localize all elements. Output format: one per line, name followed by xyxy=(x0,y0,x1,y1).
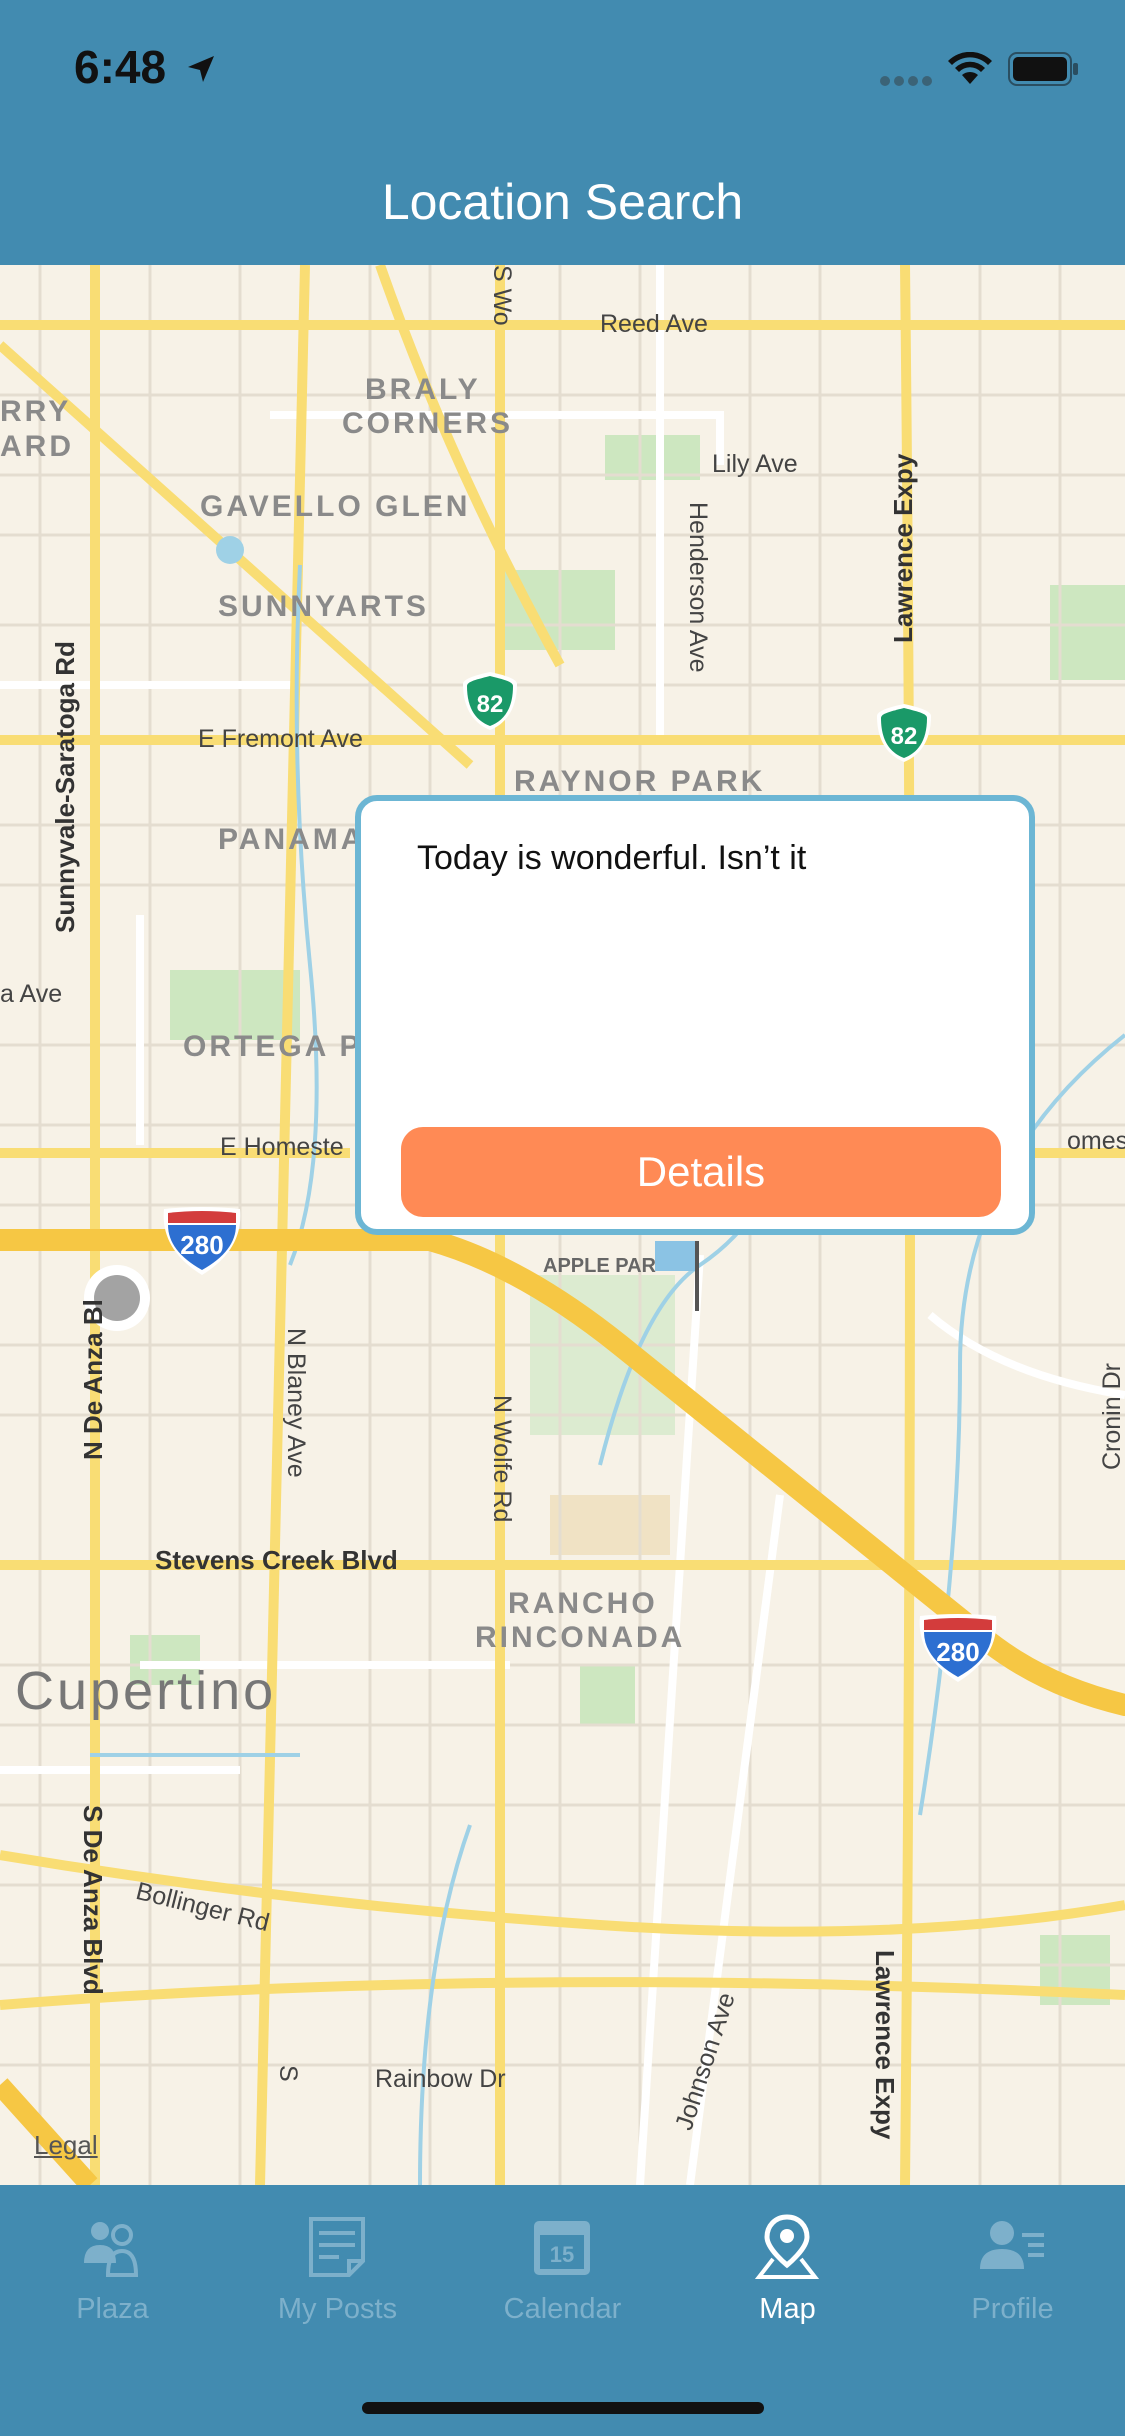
post-text: Today is wonderful. Isn’t it xyxy=(417,839,807,877)
pin-pole xyxy=(695,1241,699,1311)
page-title: Location Search xyxy=(381,174,744,230)
map-view[interactable]: BRALY CORNERS GAVELLO GLEN SUNNYARTS RAY… xyxy=(0,265,1125,2185)
map-pin-icon xyxy=(754,2214,820,2279)
status-bar: 6:48 xyxy=(0,0,1125,135)
status-time: 6:48 xyxy=(74,41,167,93)
district-label: RAYNOR PARK xyxy=(514,765,766,798)
tab-plaza[interactable]: Plaza xyxy=(0,2185,225,2335)
pin-flag xyxy=(655,1241,697,1271)
battery-icon xyxy=(1008,52,1078,86)
legal-link[interactable]: Legal xyxy=(34,2130,98,2161)
tab-profile[interactable]: Profile xyxy=(900,2185,1125,2335)
shield-number: 82 xyxy=(477,691,504,718)
road-label: N Wolfe Rd xyxy=(488,1395,516,1523)
road-label: Stevens Creek Blvd xyxy=(155,1545,398,1575)
profile-icon xyxy=(980,2221,1044,2269)
road-label: Lawrence Expy xyxy=(870,1950,900,2140)
district-label: GAVELLO GLEN xyxy=(200,490,471,523)
calendar-day: 15 xyxy=(550,2242,574,2267)
road-label: Lawrence Expy xyxy=(888,453,918,643)
home-indicator xyxy=(362,2402,764,2414)
district-label: BRALY xyxy=(365,373,481,406)
tab-bar: Plaza My Posts 15 Calendar Map Profile xyxy=(0,2185,1125,2436)
calendar-icon: 15 xyxy=(534,2221,590,2275)
shield-number: 280 xyxy=(936,1637,979,1667)
road-label: omeste xyxy=(1067,1127,1125,1155)
tab-my-posts[interactable]: My Posts xyxy=(225,2185,450,2335)
navigation-bar: Location Search xyxy=(0,135,1125,265)
road-label: a Ave xyxy=(0,980,63,1008)
post-callout[interactable]: Today is wonderful. Isn’t it Details xyxy=(355,795,1035,1235)
road-label: Cronin Dr xyxy=(1098,1363,1125,1470)
interstate-280-shield-icon: 280 xyxy=(163,1207,241,1275)
road-label: S xyxy=(274,2065,302,2082)
interstate-280-shield-icon: 280 xyxy=(919,1614,997,1682)
tab-map[interactable]: Map xyxy=(675,2185,900,2335)
city-label: Cupertino xyxy=(15,1661,277,1721)
park-area xyxy=(605,435,700,480)
route-82-shield-icon: 82 xyxy=(877,704,931,762)
details-button[interactable]: Details xyxy=(401,1127,1001,1217)
district-label: CORNERS xyxy=(342,407,514,440)
route-82-shield-icon: 82 xyxy=(463,672,517,730)
road-label: E Homeste xyxy=(220,1133,344,1161)
road-label: Reed Ave xyxy=(600,310,708,338)
road-label: Henderson Ave xyxy=(684,502,712,673)
park-area xyxy=(580,1665,635,1725)
tab-label: My Posts xyxy=(277,2293,398,2325)
road-label: E Fremont Ave xyxy=(198,725,363,753)
tab-calendar[interactable]: 15 Calendar xyxy=(450,2185,675,2335)
district-label: RINCONADA xyxy=(475,1621,686,1654)
road-label: S Wo xyxy=(488,265,516,326)
road-label: Rainbow Dr xyxy=(375,2065,506,2093)
tab-label: Map xyxy=(759,2293,816,2325)
district-label: RANCHO xyxy=(508,1587,658,1620)
road-label: N Blaney Ave xyxy=(282,1328,310,1478)
location-arrow-icon xyxy=(188,56,214,82)
district-label: ORTEGA P xyxy=(183,1030,363,1063)
road-label: APPLE PAR xyxy=(543,1255,656,1277)
road-label: Lily Ave xyxy=(712,450,798,478)
shield-number: 82 xyxy=(891,723,918,750)
people-icon xyxy=(84,2222,139,2277)
road-label: Sunnyvale-Saratoga Rd xyxy=(50,641,80,933)
district-label: SUNNYARTS xyxy=(218,590,429,623)
district-label: ARD xyxy=(0,430,74,463)
wifi-icon xyxy=(948,52,992,84)
district-label: PANAMA xyxy=(218,823,366,856)
district-label: RRY xyxy=(0,395,72,428)
shield-number: 280 xyxy=(180,1230,223,1260)
tab-label: Calendar xyxy=(503,2293,622,2325)
posts-icon xyxy=(309,2217,365,2277)
tab-label: Plaza xyxy=(76,2293,149,2325)
road-label: S De Anza Blvd xyxy=(78,1805,108,1995)
road-label: N De Anza Bl xyxy=(78,1299,108,1460)
park-area xyxy=(550,1495,670,1555)
pond xyxy=(216,536,244,564)
tab-label: Profile xyxy=(971,2293,1054,2325)
signal-icon xyxy=(880,76,932,86)
